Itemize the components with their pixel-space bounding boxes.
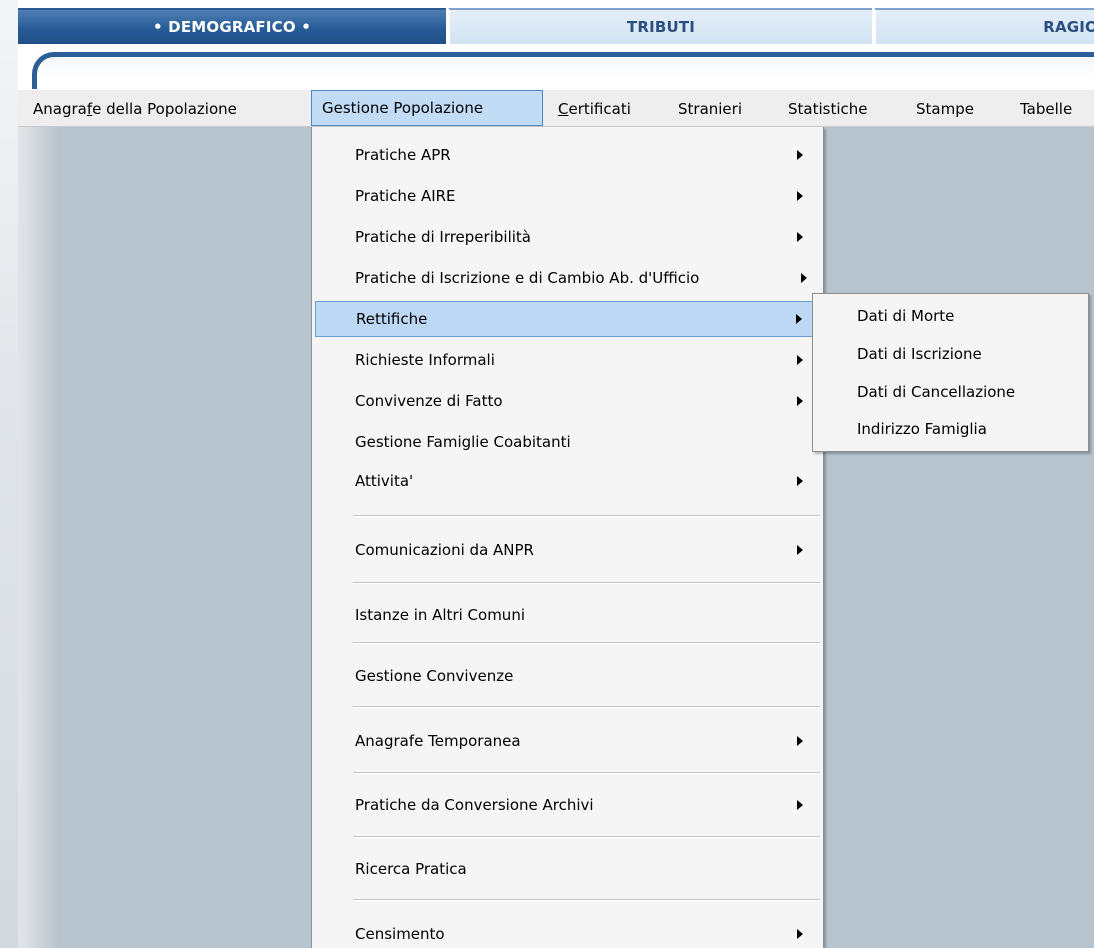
menu-certificati-accesskey: C [558,99,569,118]
dropdown-item-label: Pratiche di Iscrizione e di Cambio Ab. d… [355,269,700,287]
dropdown-item-pratiche-iscrizione-ufficio[interactable]: Pratiche di Iscrizione e di Cambio Ab. d… [315,260,820,296]
menu-separator [353,836,820,838]
menu-separator [353,642,820,644]
main-menu-bar: Anagra f e della Popolazione Gestione Popo… [18,89,1094,127]
dropdown-item-label: Gestione Famiglie Coabitanti [355,433,571,451]
menu-anagrafe-popolazione[interactable]: Anagra f e della Popolazione [33,90,237,127]
submenu-item-label: Dati di Morte [857,307,955,325]
dropdown-item-censimento[interactable]: Censimento [315,916,820,948]
left-margin-strip [0,0,18,948]
tab-tributi[interactable]: TRIBUTI [448,8,872,44]
submenu-arrow-icon [797,800,803,810]
menu-separator [353,706,820,708]
dropdown-item-label: Gestione Convivenze [355,667,514,685]
dropdown-item-label: Attivita' [355,472,414,490]
menu-statistiche-label: Statistiche [788,99,868,118]
menu-stampe-label: Stampe [916,99,974,118]
dropdown-item-richieste-informali[interactable]: Richieste Informali [315,342,820,378]
submenu-item-label: Dati di Iscrizione [857,345,982,363]
dropdown-item-label: Richieste Informali [355,351,495,369]
dropdown-item-comunicazioni-anpr[interactable]: Comunicazioni da ANPR [315,532,820,568]
tab-demografico[interactable]: • DEMOGRAFICO • [18,8,446,44]
dropdown-item-gestione-convivenze[interactable]: Gestione Convivenze [315,658,820,694]
dropdown-item-label: Pratiche AIRE [355,187,456,205]
submenu-item-indirizzo-famiglia[interactable]: Indirizzo Famiglia [857,411,987,447]
dropdown-item-label: Comunicazioni da ANPR [355,541,534,559]
tab-ragioneria[interactable]: RAGIO [874,8,1094,44]
dropdown-item-label: Pratiche da Conversione Archivi [355,796,594,814]
menu-tabelle[interactable]: Tabelle [1020,90,1072,127]
header-curve-decoration [32,52,1094,92]
submenu-arrow-icon [797,929,803,939]
menu-anagrafe-label-pre: Anagra [33,99,87,118]
menu-stranieri[interactable]: Stranieri [678,90,742,127]
gestione-popolazione-dropdown: Pratiche APR Pratiche AIRE Pratiche di I… [311,127,824,948]
dropdown-item-pratiche-aire[interactable]: Pratiche AIRE [315,178,820,214]
module-tab-bar: • DEMOGRAFICO • TRIBUTI RAGIO [18,0,1094,44]
dropdown-item-ricerca-pratica[interactable]: Ricerca Pratica [315,851,820,887]
header-frame [18,44,1094,92]
menu-stampe[interactable]: Stampe [916,90,974,127]
rettifiche-submenu: Dati di Morte Dati di Iscrizione Dati di… [812,293,1089,452]
dropdown-item-label: Anagrafe Temporanea [355,732,521,750]
menu-separator [353,515,820,517]
dropdown-item-conversione-archivi[interactable]: Pratiche da Conversione Archivi [315,787,820,823]
menu-tabelle-label: Tabelle [1020,99,1073,118]
tab-demografico-label: • DEMOGRAFICO • [152,18,312,36]
submenu-arrow-icon [797,232,803,242]
dropdown-item-pratiche-irreperibilita[interactable]: Pratiche di Irreperibilità [315,219,820,255]
dropdown-item-label: Ricerca Pratica [355,860,467,878]
submenu-arrow-icon [797,355,803,365]
submenu-arrow-icon [801,273,807,283]
submenu-item-dati-morte[interactable]: Dati di Morte [857,298,954,334]
dropdown-item-convivenze-fatto[interactable]: Convivenze di Fatto [315,383,820,419]
menu-certificati-label-post: ertificati [568,99,631,118]
dropdown-item-pratiche-apr[interactable]: Pratiche APR [315,137,820,173]
menu-anagrafe-label-post: e della Popolazione [92,99,237,118]
submenu-item-dati-iscrizione[interactable]: Dati di Iscrizione [857,336,982,372]
dropdown-item-istanze-altri-comuni[interactable]: Istanze in Altri Comuni [315,597,820,633]
menu-certificati[interactable]: Certificati [558,90,631,127]
menu-gestione-popolazione-label: Gestione Popolazione [322,99,484,117]
menu-gestione-popolazione[interactable]: Gestione Popolazione [311,90,543,126]
submenu-item-dati-cancellazione[interactable]: Dati di Cancellazione [857,374,1015,410]
submenu-item-label: Dati di Cancellazione [857,383,1016,401]
menu-separator [353,772,820,774]
menu-separator [353,899,820,901]
submenu-arrow-icon [796,314,802,324]
submenu-item-label: Indirizzo Famiglia [857,420,987,438]
submenu-arrow-icon [797,476,803,486]
dropdown-item-label: Convivenze di Fatto [355,392,503,410]
submenu-arrow-icon [797,396,803,406]
dropdown-item-rettifiche[interactable]: Rettifiche [315,301,820,337]
dropdown-item-label: Rettifiche [356,310,428,328]
dropdown-item-label: Istanze in Altri Comuni [355,606,525,624]
dropdown-item-label: Pratiche APR [355,146,451,164]
submenu-arrow-icon [797,191,803,201]
submenu-arrow-icon [797,545,803,555]
tab-tributi-label: TRIBUTI [626,18,696,36]
dropdown-item-label: Censimento [355,925,445,943]
dropdown-item-anagrafe-temporanea[interactable]: Anagrafe Temporanea [315,723,820,759]
tab-ragioneria-label: RAGIO [1043,18,1094,36]
submenu-arrow-icon [797,736,803,746]
menu-statistiche[interactable]: Statistiche [788,90,868,127]
menu-stranieri-label: Stranieri [678,99,742,118]
dropdown-item-label: Pratiche di Irreperibilità [355,228,531,246]
menu-separator [353,582,820,584]
dropdown-item-attivita[interactable]: Attivita' [315,463,820,499]
dropdown-item-famiglie-coabitanti[interactable]: Gestione Famiglie Coabitanti [315,424,820,460]
submenu-arrow-icon [797,150,803,160]
